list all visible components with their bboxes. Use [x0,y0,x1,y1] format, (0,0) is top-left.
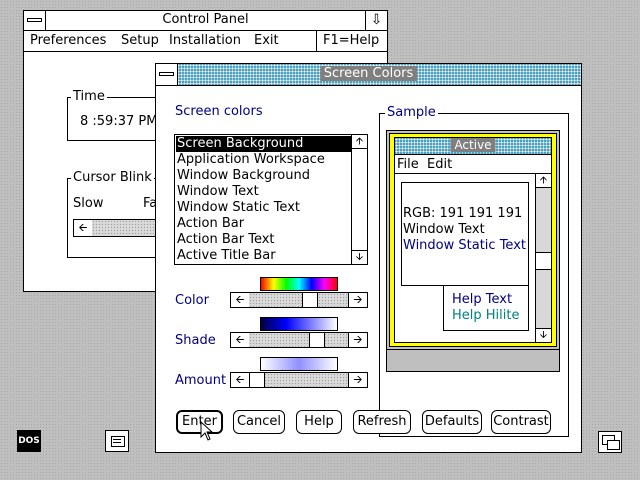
list-item[interactable]: Active Title Bar [176,248,352,264]
amount-label: Amount [175,373,227,388]
control-panel-title: Control Panel [162,12,249,27]
listbox-scrollbar[interactable]: 🡩 🡫 [351,135,367,264]
list-item[interactable]: Action Bar Text [176,232,352,248]
shade-slider[interactable]: 🡨 🡪 [230,332,368,348]
cancel-button[interactable]: Cancel [233,410,285,434]
menu-installation[interactable]: Installation [169,33,241,48]
screen-colors-label: Screen colors [175,104,263,119]
system-menu-icon[interactable] [156,64,178,85]
sample-help-hilite: Help Hilite [452,308,520,323]
screen-colors-dialog: Screen Colors Screen colors Screen Backg… [155,63,582,453]
color-slider-thumb[interactable] [302,293,318,307]
list-item[interactable]: Window Static Text [176,200,352,216]
right-arrow-icon[interactable]: 🡪 [348,333,367,347]
task-switch-icon[interactable] [598,431,622,453]
color-slider[interactable]: 🡨 🡪 [230,292,368,308]
sample-group: Sample Active File Edit RGB: 191 191 191… [379,105,569,437]
window-list-icon[interactable] [105,430,129,452]
sample-window-frame: Active File Edit RGB: 191 191 191 Window… [389,133,557,347]
amount-slider-thumb[interactable] [249,373,265,387]
left-arrow-icon[interactable]: 🡨 [74,220,93,236]
sample-titlebar: Active [395,138,551,155]
sample-help-text: Help Text [452,292,513,307]
mouse-pointer-icon [200,421,214,441]
dos-icon[interactable]: DOS [17,430,41,452]
sample-menu-file: File [397,157,419,172]
shade-swatch [260,317,338,331]
sample-title: Active [450,138,496,152]
contrast-button[interactable]: Contrast [491,410,551,434]
help-button[interactable]: Help [296,410,342,434]
shade-slider-thumb[interactable] [309,333,325,347]
left-arrow-icon[interactable]: 🡨 [231,333,250,347]
color-spectrum-swatch [260,277,338,291]
list-item[interactable]: Window Background [176,168,352,184]
scroll-up-arrow-icon[interactable]: 🡩 [352,135,367,149]
amount-swatch [260,357,338,371]
menu-exit[interactable]: Exit [254,33,279,48]
defaults-button[interactable]: Defaults [422,410,482,434]
menu-setup[interactable]: Setup [121,33,159,48]
time-group-label: Time [71,89,107,104]
sample-help-box: Help Text Help Hilite [443,285,529,331]
control-panel-titlebar[interactable]: Control Panel ⇩ [24,11,387,31]
system-menu-icon[interactable] [24,11,46,30]
cursor-blink-label: Cursor Blink [71,170,154,185]
screen-colors-titlebar[interactable]: Screen Colors [156,64,581,86]
color-label: Color [175,293,209,308]
sample-window-static-text: Window Static Text [403,238,526,253]
sample-rgb-text: RGB: 191 191 191 [403,206,523,221]
left-arrow-icon[interactable]: 🡨 [231,373,250,387]
shade-label: Shade [175,333,216,348]
screen-colors-listbox[interactable]: Screen Background Application Workspace Wi… [174,134,368,265]
screen-colors-title: Screen Colors [319,66,418,81]
sample-client-box: RGB: 191 191 191 Window Text Window Stat… [401,182,529,286]
list-item[interactable]: Action Bar [176,216,352,232]
list-item[interactable]: Screen Background [176,136,352,152]
refresh-button[interactable]: Refresh [353,410,411,434]
sample-workspace: Active File Edit RGB: 191 191 191 Window… [386,130,560,372]
menu-preferences[interactable]: Preferences [30,33,106,48]
cursor-blink-slow-label: Slow [73,196,104,211]
control-panel-menubar: Preferences Setup Installation Exit F1=H… [24,31,387,52]
sample-scrollbar: 🡩 🡫 [535,174,551,342]
sample-scroll-thumb [536,252,551,270]
sample-scroll-up-icon: 🡩 [536,174,551,188]
sample-window-text: Window Text [403,222,485,237]
left-arrow-icon[interactable]: 🡨 [231,293,250,307]
sample-menu-edit: Edit [427,157,453,172]
sample-window: Active File Edit RGB: 191 191 191 Window… [394,137,552,343]
list-item[interactable]: Window Text [176,184,352,200]
right-arrow-icon[interactable]: 🡪 [348,373,367,387]
minimize-arrow-icon[interactable]: ⇩ [365,11,387,30]
list-item[interactable]: Application Workspace [176,152,352,168]
menu-help-key[interactable]: F1=Help [316,31,379,51]
right-arrow-icon[interactable]: 🡪 [348,293,367,307]
scroll-down-arrow-icon[interactable]: 🡫 [352,250,367,264]
sample-group-label: Sample [385,105,438,120]
time-value[interactable]: 8 :59:37 PM [80,114,157,129]
sample-scroll-down-icon: 🡫 [536,328,551,342]
amount-slider[interactable]: 🡨 🡪 [230,372,368,388]
